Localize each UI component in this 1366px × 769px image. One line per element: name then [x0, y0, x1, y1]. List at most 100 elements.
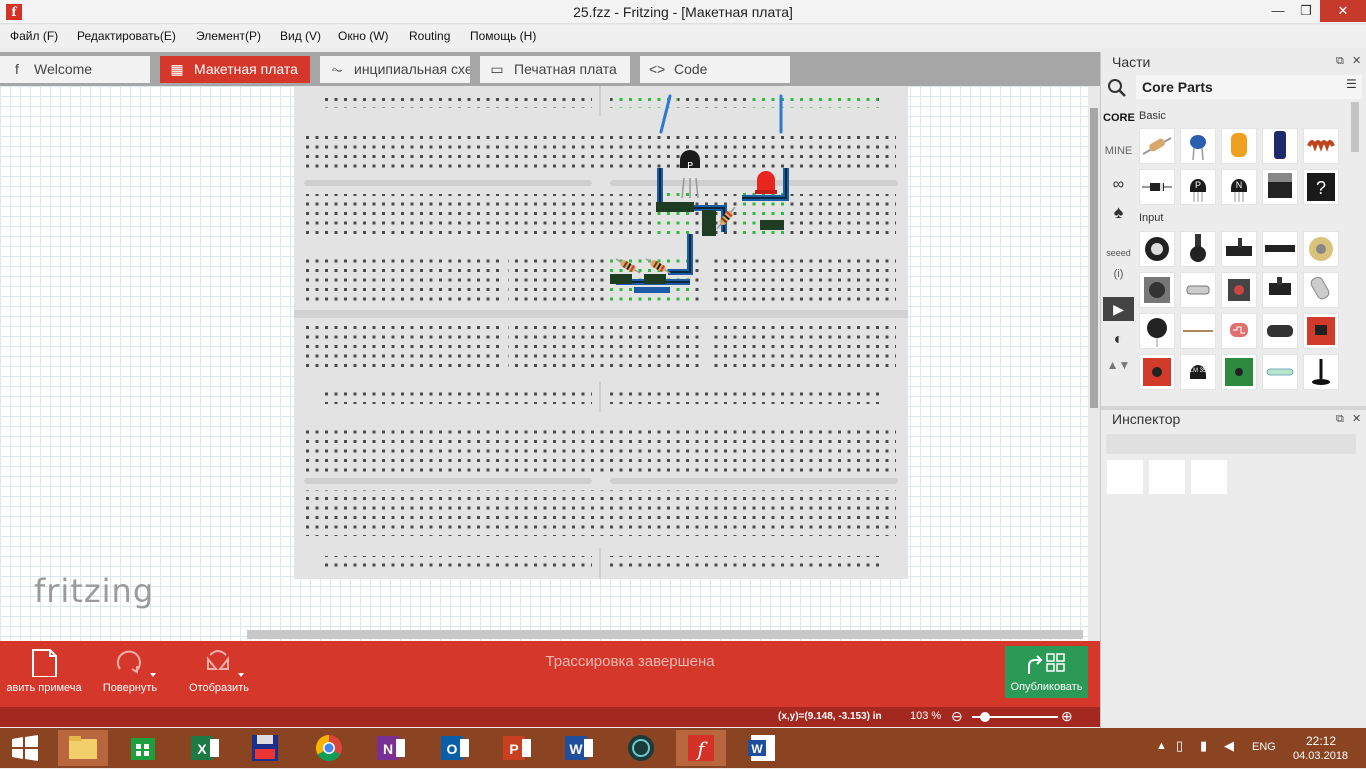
- bin-menu-icon[interactable]: ☰: [1346, 77, 1357, 91]
- category-seeed[interactable]: seeed: [1103, 248, 1134, 258]
- tab-code[interactable]: <> Code: [640, 56, 790, 83]
- volume-icon[interactable]: ◀: [1224, 738, 1234, 754]
- svg-text:O: O: [447, 741, 458, 757]
- clock-date[interactable]: 04.03.2018: [1293, 750, 1348, 762]
- add-note-button[interactable]: авить примеча: [0, 641, 88, 707]
- zoom-in-icon[interactable]: ⊕: [1061, 708, 1073, 725]
- share-button[interactable]: Опубликовать: [1005, 646, 1088, 698]
- network-signal-icon[interactable]: ▮: [1200, 738, 1207, 754]
- taskbar-save-app[interactable]: [240, 730, 290, 766]
- tab-welcome[interactable]: f Welcome: [0, 56, 150, 83]
- taskbar-word[interactable]: W: [554, 730, 604, 766]
- menu-window[interactable]: Окно (W): [338, 29, 389, 43]
- zoom-slider-handle[interactable]: [979, 712, 990, 722]
- tray-device-icon[interactable]: ▯: [1176, 738, 1183, 754]
- tab-schematic[interactable]: ⏦ инципиальная схе: [320, 56, 470, 83]
- taskbar-outlook[interactable]: O: [430, 730, 480, 766]
- part-potentiometer-dial[interactable]: [1139, 272, 1175, 308]
- part-slide-switch[interactable]: [1262, 272, 1298, 308]
- part-force-sensor[interactable]: [1139, 313, 1175, 349]
- close-inspector-icon[interactable]: ✕: [1352, 412, 1361, 425]
- sparkfun-icon[interactable]: ♠: [1103, 202, 1134, 223]
- contrib-icon[interactable]: ◐: [1103, 331, 1134, 349]
- npn-transistor-icon: N: [1231, 179, 1247, 202]
- menu-file[interactable]: Файл (F): [10, 29, 58, 43]
- taskbar-powerpoint[interactable]: P: [492, 730, 542, 766]
- part-pnp-transistor[interactable]: P: [1180, 169, 1216, 205]
- float-panel-icon[interactable]: ⧉: [1336, 55, 1344, 68]
- zoom-slider[interactable]: [972, 712, 1058, 722]
- part-electrolytic-capacitor-orange[interactable]: [1221, 128, 1257, 164]
- part-electrolytic-capacitor-blue[interactable]: [1262, 128, 1298, 164]
- intel-icon[interactable]: (i): [1103, 268, 1134, 280]
- part-reed-switch[interactable]: [1262, 354, 1298, 390]
- rotate-button[interactable]: Повернуть: [90, 641, 170, 707]
- parts-scroll-thumb[interactable]: [1351, 102, 1359, 152]
- taskbar-chrome[interactable]: [304, 730, 354, 766]
- part-fet[interactable]: [1262, 169, 1298, 205]
- part-mystery[interactable]: ?: [1303, 169, 1339, 205]
- part-sparkfun-breakout[interactable]: [1139, 354, 1175, 390]
- part-tilt-sensor[interactable]: [1303, 272, 1339, 308]
- taskbar-excel[interactable]: X: [180, 730, 230, 766]
- arduino-icon[interactable]: ∞: [1103, 176, 1134, 194]
- parts-search-button[interactable]: [1104, 75, 1132, 101]
- tilt-sensor-icon: [1310, 276, 1330, 300]
- taskbar-store[interactable]: [118, 730, 168, 766]
- part-photocell[interactable]: [1221, 313, 1257, 349]
- part-inductor[interactable]: [1303, 128, 1339, 164]
- tab-breadboard[interactable]: ▦ Макетная плата: [160, 56, 310, 83]
- float-inspector-icon[interactable]: ⧉: [1336, 413, 1344, 426]
- part-joystick[interactable]: [1303, 354, 1339, 390]
- taskbar-file-explorer[interactable]: [58, 730, 108, 766]
- close-panel-icon[interactable]: ✕: [1352, 54, 1361, 67]
- part-trimmer[interactable]: [1221, 231, 1257, 267]
- category-mine[interactable]: MINE: [1103, 145, 1134, 157]
- part-rotary-encoder[interactable]: [1303, 231, 1339, 267]
- flip-button[interactable]: Отобразить: [178, 641, 260, 707]
- part-npn-transistor[interactable]: N: [1221, 169, 1257, 205]
- breadboard[interactable]: P: [294, 86, 908, 579]
- part-wire[interactable]: [1180, 313, 1216, 349]
- more-icon[interactable]: ▲▼: [1103, 358, 1134, 372]
- play-icon[interactable]: ▶: [1103, 297, 1134, 321]
- search-icon: [1108, 79, 1126, 97]
- dock-splitter[interactable]: [1101, 406, 1366, 410]
- horizontal-scrollbar[interactable]: [247, 630, 1083, 639]
- part-switch[interactable]: [1180, 272, 1216, 308]
- zoom-out-icon[interactable]: ⊖: [951, 708, 963, 725]
- taskbar-game-app[interactable]: [616, 730, 666, 766]
- clock-time[interactable]: 22:12: [1306, 734, 1336, 748]
- part-lm35[interactable]: LM 35: [1180, 354, 1216, 390]
- part-potentiometer-slide[interactable]: [1180, 231, 1216, 267]
- input-language[interactable]: ENG: [1252, 741, 1276, 753]
- taskbar-onenote[interactable]: N: [366, 730, 416, 766]
- tab-pcb[interactable]: ▭ Печатная плата: [480, 56, 630, 83]
- part-ceramic-capacitor[interactable]: [1180, 128, 1216, 164]
- part-diode[interactable]: [1139, 169, 1175, 205]
- switch-icon: [1186, 285, 1210, 295]
- menu-routing[interactable]: Routing: [409, 29, 450, 43]
- part-sensor-board[interactable]: [1221, 354, 1257, 390]
- store-icon: [131, 738, 155, 760]
- part-sparkfun-board[interactable]: [1303, 313, 1339, 349]
- part-potentiometer-rotary[interactable]: [1139, 231, 1175, 267]
- menu-part[interactable]: Элемент(P): [196, 29, 261, 43]
- part-temperature-sensor[interactable]: [1262, 313, 1298, 349]
- part-header-strip[interactable]: [1262, 231, 1298, 267]
- start-button[interactable]: [0, 730, 50, 766]
- menu-edit[interactable]: Редактировать(E): [77, 29, 176, 43]
- category-core[interactable]: CORE: [1103, 112, 1135, 124]
- tray-expand-icon[interactable]: ▲: [1156, 740, 1167, 752]
- taskbar-fritzing[interactable]: f: [676, 730, 726, 766]
- fet-icon: [1268, 173, 1292, 198]
- reed-switch-icon: [1266, 368, 1294, 376]
- taskbar-word-doc[interactable]: W: [738, 730, 788, 766]
- maximize-button[interactable]: ❐: [1290, 0, 1322, 22]
- close-button[interactable]: ✕: [1320, 0, 1366, 22]
- part-resistor[interactable]: [1139, 128, 1175, 164]
- part-pushbutton[interactable]: [1221, 272, 1257, 308]
- menu-view[interactable]: Вид (V): [280, 29, 321, 43]
- vertical-scroll-thumb[interactable]: [1090, 108, 1098, 408]
- menu-help[interactable]: Помощь (H): [470, 29, 536, 43]
